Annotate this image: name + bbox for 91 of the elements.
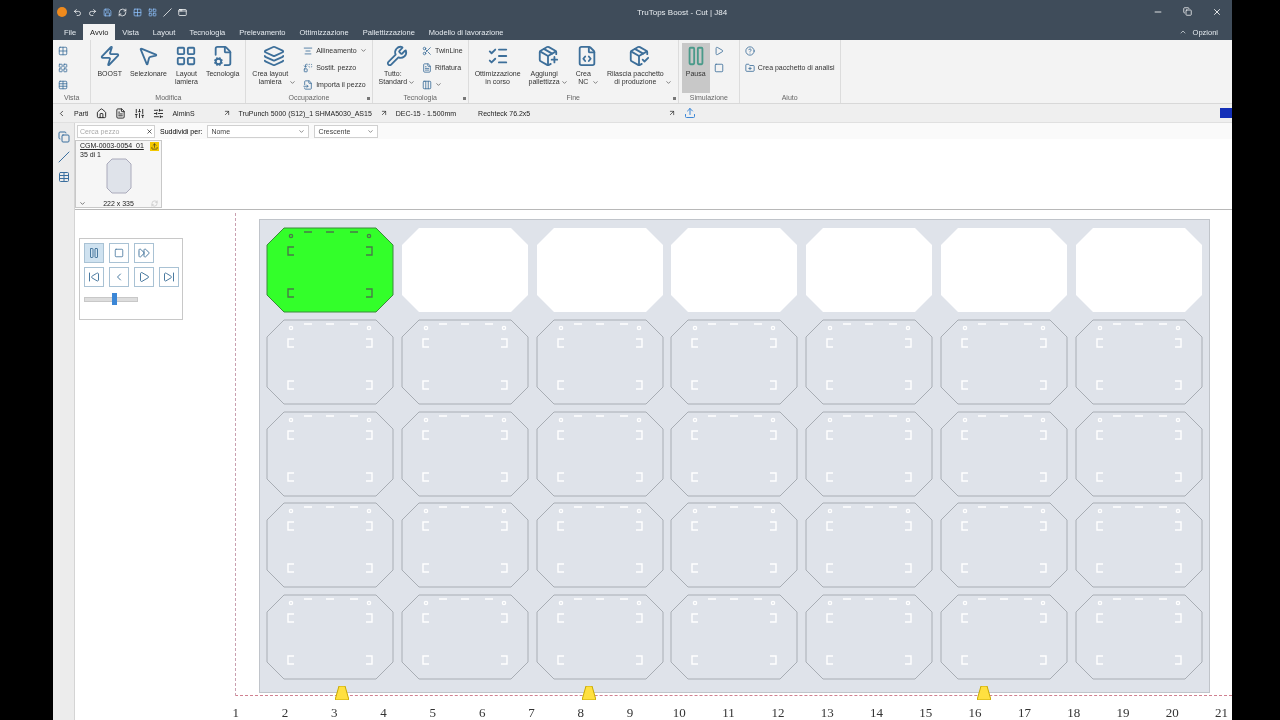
upload-icon[interactable]	[150, 142, 159, 151]
grid-icon	[58, 45, 68, 56]
ruler-label: 14	[869, 705, 884, 720]
clamp-icon	[977, 686, 991, 700]
ruler-label: 11	[721, 705, 736, 720]
ruler-label: 13	[819, 705, 835, 720]
window-icon[interactable]	[178, 7, 187, 17]
play-icon	[713, 45, 724, 56]
ruler-label: 18	[1066, 705, 1082, 720]
window-title: TruTops Boost - Cut | J84	[636, 7, 729, 17]
status-indicator	[1220, 108, 1232, 118]
ruler-label: 15	[918, 705, 934, 720]
sliders-icon[interactable]	[153, 107, 165, 119]
grid-icon	[175, 45, 198, 67]
restore-icon[interactable]	[1183, 7, 1192, 16]
line-icon[interactable]	[57, 151, 70, 163]
fast-forward-icon	[138, 247, 150, 259]
speed-slider[interactable]	[111, 293, 117, 305]
table-icon	[58, 79, 68, 90]
collapse-icon[interactable]	[57, 108, 66, 118]
arrow-icon[interactable]	[379, 109, 388, 117]
ruler-label: 20	[1164, 705, 1180, 720]
fast-forward-button[interactable]	[134, 243, 154, 263]
dialog-launcher-icon[interactable]	[462, 97, 466, 100]
ruler-label: 19	[1115, 705, 1131, 720]
ruler-label: 5	[428, 705, 438, 720]
clear-icon[interactable]	[146, 127, 153, 135]
save-icon[interactable]	[103, 7, 112, 17]
help-icon	[744, 45, 755, 56]
chevron-up-icon	[1178, 28, 1187, 36]
copy-icon[interactable]	[57, 131, 70, 143]
clamp-icon	[335, 686, 349, 700]
ruler-label: 10	[671, 705, 687, 720]
ruler-label: 21	[1214, 705, 1230, 720]
document-gear-icon	[211, 45, 234, 67]
refresh-icon[interactable]	[118, 7, 127, 17]
folder-plus-icon	[744, 62, 755, 73]
table-icon[interactable]	[57, 171, 70, 183]
stop-icon	[713, 62, 724, 73]
sliders-icon[interactable]	[134, 107, 146, 119]
first-button[interactable]	[84, 267, 104, 287]
ruler-label: 9	[625, 705, 635, 720]
dialog-launcher-icon[interactable]	[672, 97, 676, 100]
lightning-icon	[98, 45, 121, 67]
stop-button[interactable]	[109, 243, 129, 263]
file-import-icon	[303, 79, 314, 90]
arrow-icon[interactable]	[668, 109, 677, 117]
last-button[interactable]	[159, 267, 179, 287]
caret-icon[interactable]	[79, 200, 86, 207]
ruler-label: 1	[231, 705, 240, 720]
caret-icon	[367, 127, 375, 135]
ruler-label: 2	[280, 705, 290, 720]
ruler-label: 12	[770, 705, 786, 720]
play-button[interactable]	[134, 267, 154, 287]
arrow-icon[interactable]	[222, 109, 231, 117]
house-icon[interactable]	[96, 107, 108, 119]
ruler-label: 4	[379, 705, 388, 720]
grid-icon	[58, 62, 68, 73]
ruler-label: 16	[967, 705, 983, 720]
grid-icon[interactable]	[133, 7, 142, 17]
document-icon[interactable]	[115, 107, 127, 119]
undo-icon[interactable]	[73, 7, 82, 17]
pause-button[interactable]	[84, 243, 104, 263]
scissors-icon	[422, 45, 433, 56]
ruler-label: 17	[1016, 705, 1032, 720]
package-check-icon	[628, 45, 651, 67]
columns-icon	[422, 79, 433, 90]
align-icon	[303, 45, 314, 56]
package-plus-icon	[537, 45, 560, 67]
skip-forward-icon	[163, 271, 175, 283]
app-logo-icon	[57, 7, 67, 17]
ruler-label: 8	[576, 705, 585, 720]
clamp-icon	[582, 686, 596, 700]
ruler-label: 7	[527, 705, 536, 720]
close-icon[interactable]	[1212, 7, 1222, 17]
dialog-launcher-icon[interactable]	[366, 97, 370, 100]
play-icon	[138, 271, 150, 283]
document-icon	[422, 62, 433, 73]
caret-icon	[298, 127, 306, 135]
layout-icon[interactable]	[148, 7, 157, 17]
pause-icon	[88, 247, 100, 259]
stop-icon	[114, 248, 124, 258]
ruler-label: 6	[477, 705, 487, 720]
skip-back-icon	[88, 271, 100, 283]
cursor-icon	[137, 45, 160, 67]
redo-icon[interactable]	[88, 7, 97, 17]
replace-icon	[303, 62, 314, 73]
ruler-label: 3	[330, 705, 339, 720]
part-thumbnail	[105, 158, 132, 194]
layers-icon	[263, 45, 286, 67]
wrench-icon	[385, 45, 408, 67]
